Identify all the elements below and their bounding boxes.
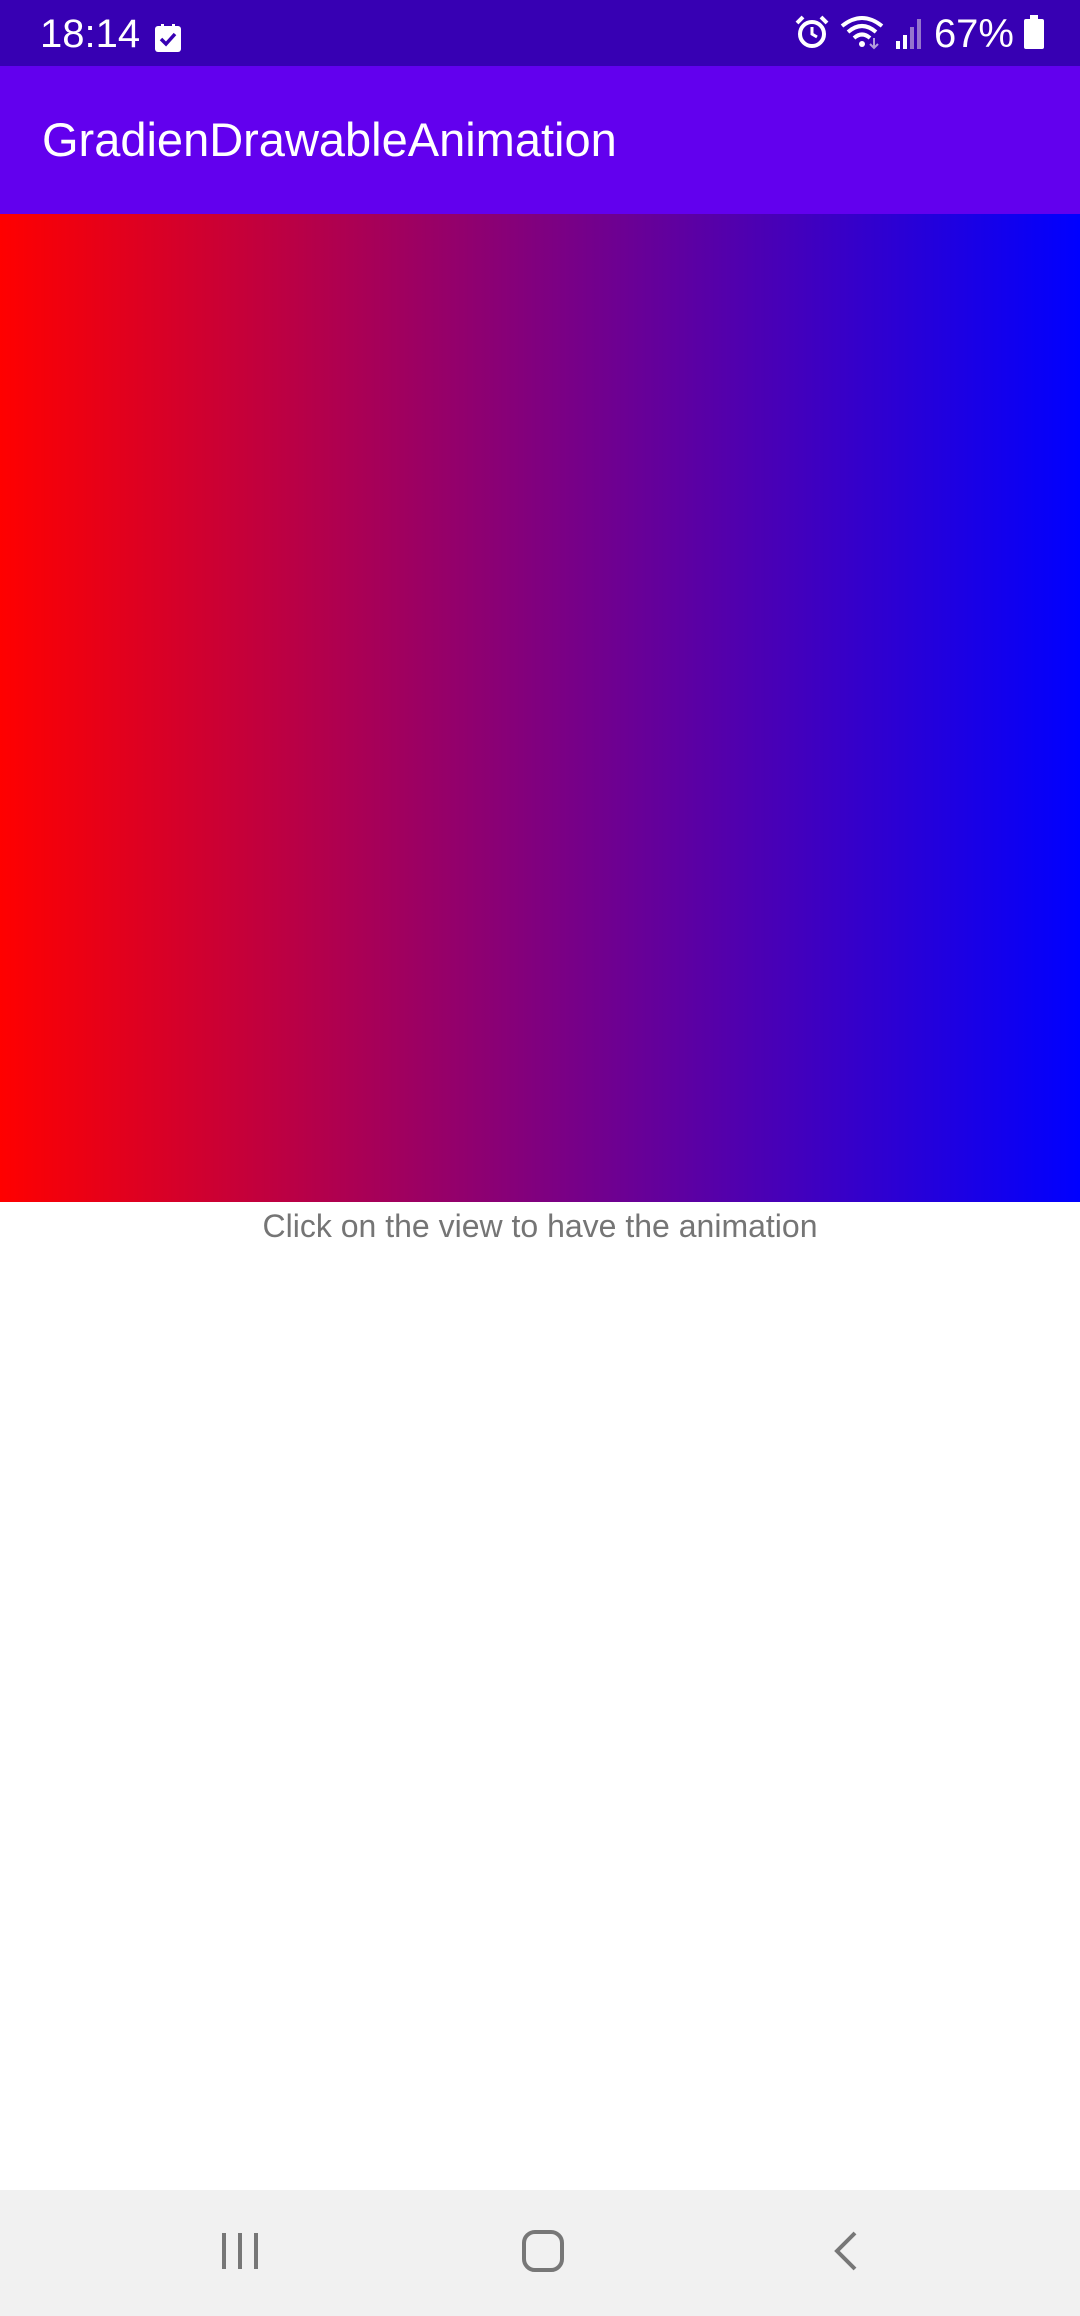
battery-icon: [1024, 14, 1044, 54]
back-icon: [831, 2229, 861, 2278]
home-icon: [521, 2229, 565, 2278]
back-button[interactable]: [786, 2210, 906, 2296]
status-icons: 67%: [794, 12, 1044, 56]
recents-icon: [218, 2231, 262, 2276]
status-time: 18:14: [40, 12, 141, 56]
signal-icon: [894, 15, 924, 54]
gradient-view[interactable]: [0, 214, 1080, 1202]
app-bar: GradienDrawableAnimation: [0, 66, 1080, 214]
battery-percent: 67%: [933, 12, 1014, 56]
navigation-bar: [0, 2190, 1080, 2316]
wifi-icon: [840, 14, 884, 55]
recents-button[interactable]: [180, 2210, 300, 2296]
status-bar: 18:14 67%: [0, 0, 1080, 66]
hint-text: Click on the view to have the animation: [262, 1208, 818, 1244]
home-button[interactable]: [483, 2210, 603, 2296]
app-title: GradienDrawableAnimation: [42, 113, 617, 166]
alarm-icon: [794, 14, 830, 55]
checkbox-notification-icon: [155, 24, 181, 52]
